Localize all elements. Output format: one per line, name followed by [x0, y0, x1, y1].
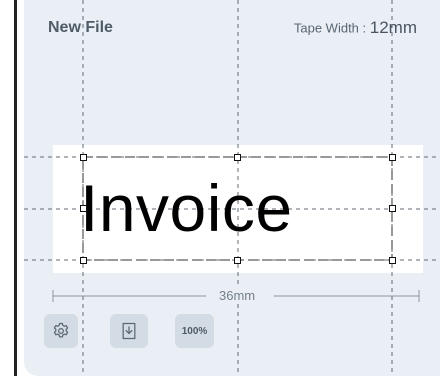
ruler-length-label: 36mm — [217, 288, 258, 303]
resize-handle-bottom-left[interactable] — [80, 257, 87, 264]
import-button[interactable] — [110, 314, 148, 348]
zoom-level-label: 100% — [181, 325, 208, 337]
settings-button[interactable] — [44, 314, 78, 348]
resize-handle-top-left[interactable] — [80, 154, 87, 161]
resize-handle-bottom-center[interactable] — [234, 257, 241, 264]
gear-icon — [53, 322, 69, 338]
download-icon — [122, 322, 136, 340]
resize-handle-middle-left[interactable] — [80, 205, 87, 212]
resize-handle-top-center[interactable] — [234, 154, 241, 161]
label-text-invoice[interactable]: Invoice — [80, 160, 380, 256]
zoom-button[interactable]: 100% — [175, 314, 214, 348]
resize-handle-top-right[interactable] — [389, 154, 396, 161]
resize-handle-bottom-right[interactable] — [389, 257, 396, 264]
resize-handle-middle-right[interactable] — [389, 205, 396, 212]
